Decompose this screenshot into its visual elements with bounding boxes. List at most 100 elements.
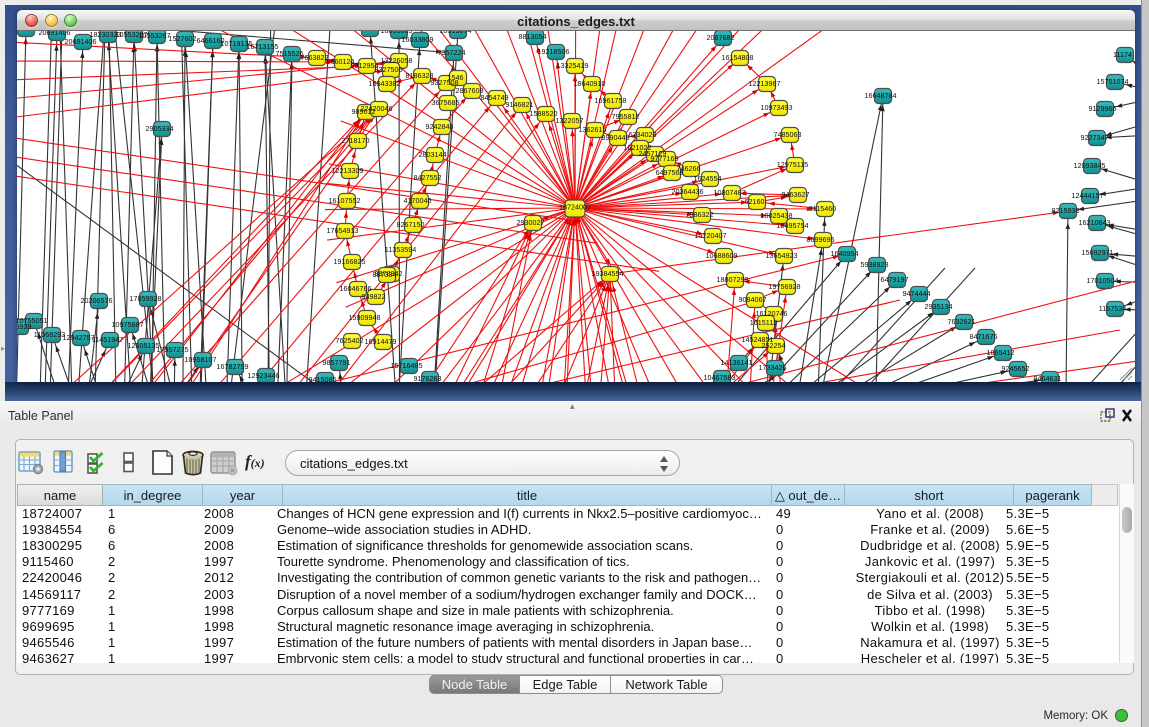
svg-text:1065412: 1065412 xyxy=(987,348,1015,357)
svg-text:18724007: 18724007 xyxy=(559,203,591,212)
svg-text:62160: 62160 xyxy=(745,197,765,206)
svg-text:7632621: 7632621 xyxy=(948,317,976,326)
svg-text:6497568: 6497568 xyxy=(656,168,684,177)
svg-text:17957275: 17957275 xyxy=(157,345,189,354)
svg-text:11174: 11174 xyxy=(1113,50,1132,59)
svg-text:16543382: 16543382 xyxy=(369,79,401,88)
svg-text:13654923: 13654923 xyxy=(766,251,798,260)
svg-text:10025438: 10025438 xyxy=(761,211,793,220)
svg-text:10467583: 10467583 xyxy=(704,373,736,382)
svg-text:6479197: 6479197 xyxy=(881,275,909,284)
svg-text:17654913: 17654913 xyxy=(327,226,359,235)
svg-text:9245652: 9245652 xyxy=(1002,364,1030,373)
svg-text:8454749: 8454749 xyxy=(481,93,509,102)
svg-text:14136141: 14136141 xyxy=(721,358,753,367)
svg-text:16961758: 16961758 xyxy=(595,96,627,105)
svg-text:9777169: 9777169 xyxy=(651,154,679,163)
svg-text:12213309: 12213309 xyxy=(332,166,364,175)
svg-text:2803144: 2803144 xyxy=(419,150,447,159)
svg-text:1640954: 1640954 xyxy=(831,249,859,258)
svg-text:5938923: 5938923 xyxy=(861,260,889,269)
svg-text:10688609: 10688609 xyxy=(706,251,738,260)
svg-text:7663822: 7663822 xyxy=(301,53,329,62)
svg-text:9327500: 9327500 xyxy=(375,65,403,74)
svg-text:12505135: 12505135 xyxy=(128,341,160,350)
svg-text:22420046: 22420046 xyxy=(361,104,393,113)
svg-text:8699695: 8699695 xyxy=(807,235,835,244)
svg-text:16033809: 16033809 xyxy=(402,35,434,44)
svg-text:7625402: 7625402 xyxy=(336,336,364,345)
svg-text:7515526: 7515526 xyxy=(276,49,304,58)
svg-text:18807299: 18807299 xyxy=(717,275,749,284)
svg-text:16914479: 16914479 xyxy=(365,337,397,346)
svg-text:11353594: 11353594 xyxy=(385,245,416,254)
svg-text:16107552: 16107552 xyxy=(329,196,361,205)
svg-text:7485063: 7485063 xyxy=(774,130,802,139)
svg-text:12213967: 12213967 xyxy=(749,79,781,88)
svg-text:15909948: 15909948 xyxy=(349,313,381,322)
svg-text:2905334: 2905334 xyxy=(146,124,174,133)
svg-text:4170046: 4170046 xyxy=(404,196,432,205)
svg-text:18313074: 18313074 xyxy=(440,31,472,35)
svg-text:7955812: 7955812 xyxy=(612,112,640,121)
svg-text:1322057: 1322057 xyxy=(556,116,584,125)
svg-text:19384554: 19384554 xyxy=(592,269,624,278)
svg-text:9129966: 9129966 xyxy=(1089,104,1117,113)
svg-text:1167534: 1167534 xyxy=(1099,304,1126,313)
svg-text:6734028: 6734028 xyxy=(629,130,657,139)
svg-text:19756928: 19756928 xyxy=(769,282,801,291)
svg-text:9084067: 9084067 xyxy=(739,295,767,304)
svg-text:9115460: 9115460 xyxy=(809,204,836,213)
svg-text:2867608: 2867608 xyxy=(456,86,484,95)
svg-text:10973493: 10973493 xyxy=(761,103,793,112)
svg-text:16713155: 16713155 xyxy=(247,42,279,51)
svg-text:11451947: 11451947 xyxy=(92,335,123,344)
svg-text:15720407: 15720407 xyxy=(695,231,727,240)
svg-text:19565486: 19565486 xyxy=(352,31,384,33)
svg-text:14055724: 14055724 xyxy=(17,31,39,33)
svg-text:15495754: 15495754 xyxy=(777,221,809,230)
svg-text:12444157: 12444157 xyxy=(1072,191,1104,200)
svg-text:8471676: 8471676 xyxy=(970,332,998,341)
svg-text:7357224: 7357224 xyxy=(438,48,466,57)
svg-text:1588520: 1588520 xyxy=(530,109,558,118)
svg-text:16210643: 16210643 xyxy=(1079,218,1111,227)
svg-text:15716485: 15716485 xyxy=(391,361,423,370)
svg-text:1527602: 1527602 xyxy=(169,34,197,43)
svg-text:16782759: 16782759 xyxy=(217,362,249,371)
svg-text:17010504: 17010504 xyxy=(1087,276,1119,285)
svg-text:3675685: 3675685 xyxy=(432,98,460,107)
svg-text:8427552: 8427552 xyxy=(414,173,442,182)
svg-text:9415085: 9415085 xyxy=(309,375,337,382)
svg-text:1624554: 1624554 xyxy=(694,174,722,183)
svg-text:9242848: 9242848 xyxy=(426,122,454,131)
svg-text:1615112: 1615112 xyxy=(750,318,777,327)
svg-text:9464631: 9464631 xyxy=(1034,374,1062,382)
svg-text:1733426: 1733426 xyxy=(759,363,787,372)
svg-text:2718170: 2718170 xyxy=(342,136,370,145)
svg-text:887334: 887334 xyxy=(373,270,397,279)
svg-text:7986322: 7986322 xyxy=(686,210,714,219)
svg-text:12923446: 12923446 xyxy=(248,371,280,380)
svg-text:20206576: 20206576 xyxy=(81,296,113,305)
svg-text:1546: 1546 xyxy=(448,73,464,82)
svg-text:8813054: 8813054 xyxy=(519,32,547,41)
svg-text:13226058: 13226058 xyxy=(381,56,413,65)
svg-text:19218506: 19218506 xyxy=(538,47,570,56)
svg-text:10553267: 10553267 xyxy=(139,31,171,40)
svg-text:11568293: 11568293 xyxy=(34,330,65,339)
svg-text:19166825: 19166825 xyxy=(334,257,366,266)
svg-text:9474444: 9474444 xyxy=(903,289,931,298)
svg-text:13325419: 13325419 xyxy=(557,61,589,70)
svg-text:8990448: 8990448 xyxy=(602,133,630,142)
svg-text:2935134: 2935134 xyxy=(925,302,953,311)
svg-text:16154808: 16154808 xyxy=(722,53,754,62)
svg-text:9146821: 9146821 xyxy=(506,100,534,109)
svg-text:10975887: 10975887 xyxy=(112,320,144,329)
svg-text:12093845: 12093845 xyxy=(1074,161,1106,170)
svg-text:8267150: 8267150 xyxy=(397,220,425,229)
svg-text:12975115: 12975115 xyxy=(777,160,808,169)
svg-text:16648784: 16648784 xyxy=(865,91,897,100)
svg-text:10958107: 10958107 xyxy=(185,355,217,364)
svg-text:252254: 252254 xyxy=(762,341,786,350)
